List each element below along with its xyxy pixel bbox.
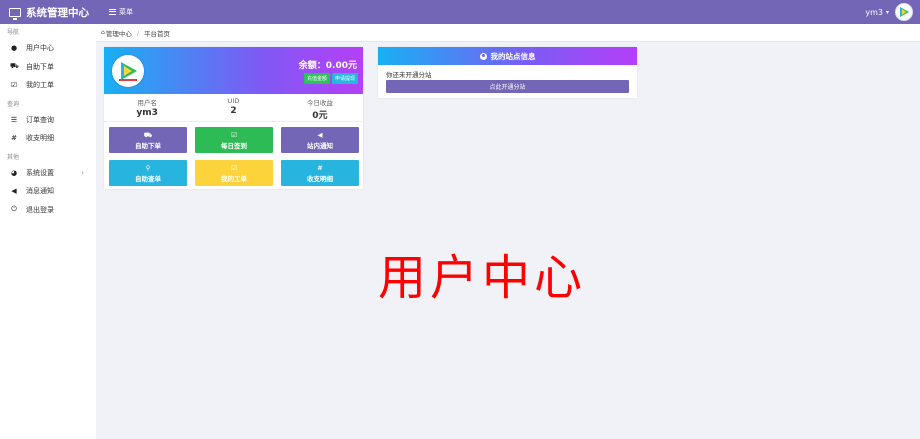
site-status-text: 你还未开通分站 (386, 71, 432, 79)
sidebar-item-my-tickets[interactable]: ☑ 我的工单 (0, 76, 96, 95)
checkbox-icon: ☑ (231, 163, 237, 172)
menu-toggle-button[interactable]: 菜单 (109, 7, 133, 17)
stat-username: 用户名 ym3 (136, 99, 158, 118)
my-tickets-button[interactable]: ☑ 我的工单 (195, 160, 273, 186)
site-card-title: 我的站点信息 (490, 51, 536, 61)
sidebar-item-settings[interactable]: ◕ 系统设置 › (0, 164, 96, 183)
sidebar-item-label: 订单查询 (26, 115, 54, 124)
checkbox-icon: ☑ (231, 130, 237, 139)
chevron-right-icon: › (81, 168, 84, 177)
sidebar-item-user-center[interactable]: ● 用户中心 (0, 39, 96, 58)
avatar (112, 55, 144, 87)
self-order-button[interactable]: ⛟ 自助下单 (109, 127, 187, 153)
sidebar-item-order-query[interactable]: ☰ 订单查询 (0, 111, 96, 130)
sidebar-item-logout[interactable]: ⏻ 退出登录 (0, 201, 96, 220)
nav-section-title: 其他 (7, 153, 20, 161)
checkbox-icon: ☑ (10, 81, 18, 90)
sidebar-item-label: 消息通知 (26, 187, 54, 196)
site-card-header: 我的站点信息 (378, 47, 637, 65)
nav-section-title: 导航 (7, 29, 20, 36)
stat-uid: UID 2 (227, 97, 240, 116)
list-icon: ☰ (10, 115, 18, 124)
transactions-button[interactable]: # 收支明细 (281, 160, 359, 186)
play-logo-icon (900, 7, 909, 17)
sidebar-item-notifications[interactable]: ◀ 消息通知 (0, 182, 96, 201)
user-info-card: 余额：0.00元 充值金额 申请提现 用户名 ym3 UID 2 今日收益 0元… (104, 47, 363, 189)
open-substation-button[interactable]: 点此开通分站 (386, 80, 629, 93)
megaphone-icon: ◀ (317, 130, 323, 139)
brand[interactable]: 系统管理中心 (0, 5, 96, 20)
top-navbar: 系统管理中心 菜单 ym3 ▾ (0, 0, 920, 24)
balance-text: 余额：0.00元 (298, 61, 357, 71)
nav-section-title: 查询 (7, 100, 20, 108)
stat-today-earnings: 今日收益 0元 (306, 99, 333, 121)
breadcrumb-current: 平台首页 (144, 29, 171, 38)
search-icon: ⚲ (145, 163, 151, 172)
home-icon: ⌂ (101, 29, 105, 36)
site-info-card: 我的站点信息 你还未开通分站 点此开通分站 (378, 47, 637, 98)
breadcrumb-home[interactable]: 管理中心 (106, 28, 132, 38)
user-card-header: 余额：0.00元 充值金额 申请提现 (104, 47, 363, 94)
avatar[interactable] (895, 3, 913, 21)
page-watermark: 用户中心 (378, 250, 587, 306)
user-icon: ● (10, 44, 18, 53)
dashboard-icon: ◕ (10, 168, 18, 177)
sidebar-item-self-order[interactable]: ⛟ 自助下单 (0, 58, 96, 77)
hash-icon: # (317, 163, 323, 172)
user-menu[interactable]: ym3 ▾ (865, 3, 920, 21)
app-title: 系统管理中心 (26, 6, 89, 19)
username: ym3 (865, 7, 883, 17)
cart-icon: ⛟ (10, 62, 19, 71)
daily-checkin-button[interactable]: ☑ 每日签到 (195, 127, 273, 153)
sidebar-item-label: 系统设置 (26, 168, 54, 177)
sidebar-item-label: 自助下单 (26, 62, 54, 71)
power-icon: ⏻ (11, 205, 17, 214)
sidebar-item-label: 我的工单 (26, 81, 54, 90)
megaphone-icon: ◀ (11, 187, 17, 196)
recharge-button[interactable]: 充值金额 (303, 73, 330, 84)
cart-icon: ⛟ (143, 130, 153, 139)
sidebar-item-label: 退出登录 (26, 205, 54, 214)
hash-icon: # (11, 134, 17, 143)
monitor-icon (9, 7, 21, 20)
globe-icon (479, 52, 487, 60)
sidebar-item-label: 用户中心 (26, 44, 54, 53)
order-query-button[interactable]: ⚲ 自助查单 (109, 160, 187, 186)
menu-label: 菜单 (119, 8, 133, 16)
sidebar-item-transactions[interactable]: # 收支明细 (0, 129, 96, 148)
site-notice-button[interactable]: ◀ 站内通知 (281, 127, 359, 153)
breadcrumb-separator: / (136, 28, 140, 37)
caret-down-icon: ▾ (885, 8, 889, 16)
breadcrumb: ⌂ 管理中心 / 平台首页 (96, 24, 920, 42)
sidebar: 导航 ● 用户中心 ⛟ 自助下单 ☑ 我的工单 查询 ☰ 订单查询 # 收支明细… (0, 24, 96, 439)
user-stats: 用户名 ym3 UID 2 今日收益 0元 (104, 94, 363, 122)
sidebar-item-label: 收支明细 (26, 134, 54, 143)
play-logo-icon (119, 62, 137, 81)
menu-icon (109, 9, 116, 15)
withdraw-button[interactable]: 申请提现 (331, 73, 358, 84)
